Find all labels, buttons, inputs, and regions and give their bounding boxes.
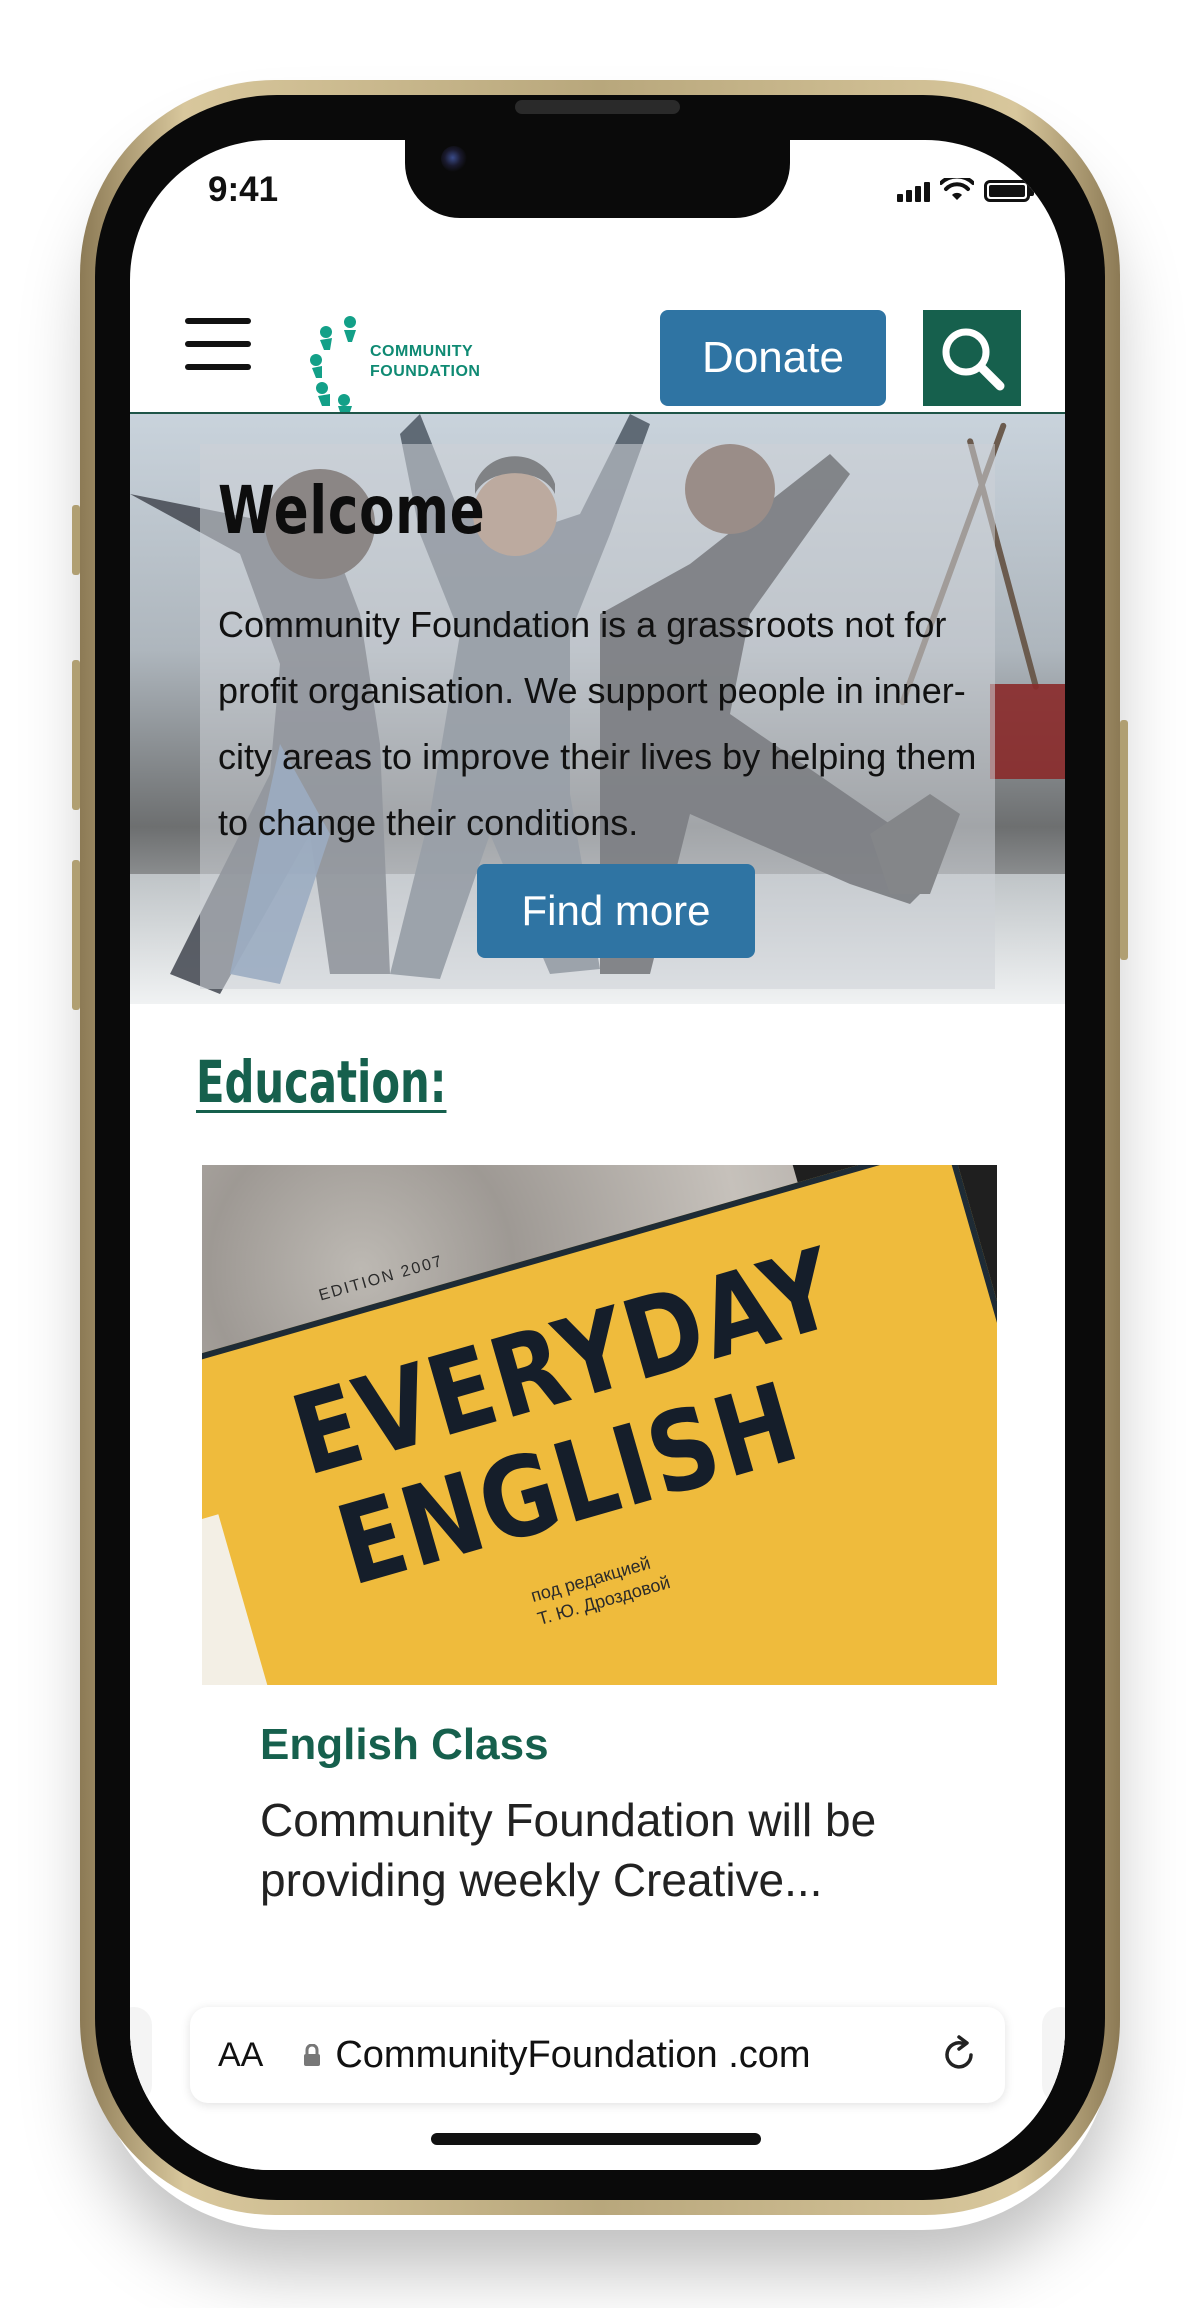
next-tab-preview[interactable] <box>1042 2007 1065 2103</box>
silent-switch <box>72 505 80 575</box>
earpiece-speaker <box>515 100 680 114</box>
status-time: 9:41 <box>208 170 279 209</box>
previous-tab-preview[interactable] <box>130 2007 152 2103</box>
education-heading[interactable]: Education: <box>196 1048 446 1116</box>
hero-title: Welcome <box>218 472 486 549</box>
search-icon <box>942 328 1005 391</box>
address-bar[interactable]: AA CommunityFoundation .com <box>190 2007 1005 2103</box>
site-header: COMMUNITY FOUNDATION Donate <box>130 270 1065 414</box>
site-logo[interactable]: COMMUNITY FOUNDATION <box>310 312 480 412</box>
battery-icon <box>984 180 1034 202</box>
front-camera <box>441 146 467 172</box>
find-more-button[interactable]: Find more <box>477 864 755 958</box>
reload-icon[interactable] <box>937 2033 981 2077</box>
text-size-button[interactable]: AA <box>218 2036 263 2075</box>
lock-icon <box>304 2044 321 2066</box>
hero-banner: Welcome Community Foundation is a grassr… <box>130 414 1065 1004</box>
volume-down-button <box>72 860 80 1010</box>
logo-line-2: FOUNDATION <box>370 363 481 380</box>
volume-up-button <box>72 660 80 810</box>
phone-screen: 9:41 COMMUNITY FOUNDATION Donate Welcome… <box>130 140 1065 2170</box>
wifi-icon <box>940 178 974 200</box>
logo-line-1: COMMUNITY <box>370 343 474 360</box>
url-text[interactable]: CommunityFoundation .com <box>335 2034 810 2077</box>
english-class-title[interactable]: English Class <box>260 1720 549 1770</box>
search-button[interactable] <box>923 310 1021 406</box>
power-button <box>1120 720 1128 960</box>
home-indicator[interactable] <box>431 2133 761 2145</box>
english-class-image[interactable]: EDITION 2007 EVERYDAY ENGLISH под редакц… <box>202 1165 997 1685</box>
status-icons <box>897 178 1034 202</box>
cellular-signal-icon <box>897 180 930 202</box>
english-class-description: Community Foundation will be providing w… <box>260 1794 877 1906</box>
logo-text: COMMUNITY FOUNDATION <box>370 342 480 382</box>
safari-bottom-bar: AA CommunityFoundation .com <box>130 1985 1065 2170</box>
menu-button[interactable] <box>185 318 251 378</box>
donate-button[interactable]: Donate <box>660 310 886 406</box>
hero-description: Community Foundation is a grassroots not… <box>218 604 977 843</box>
people-circle-logo-icon <box>310 316 356 412</box>
